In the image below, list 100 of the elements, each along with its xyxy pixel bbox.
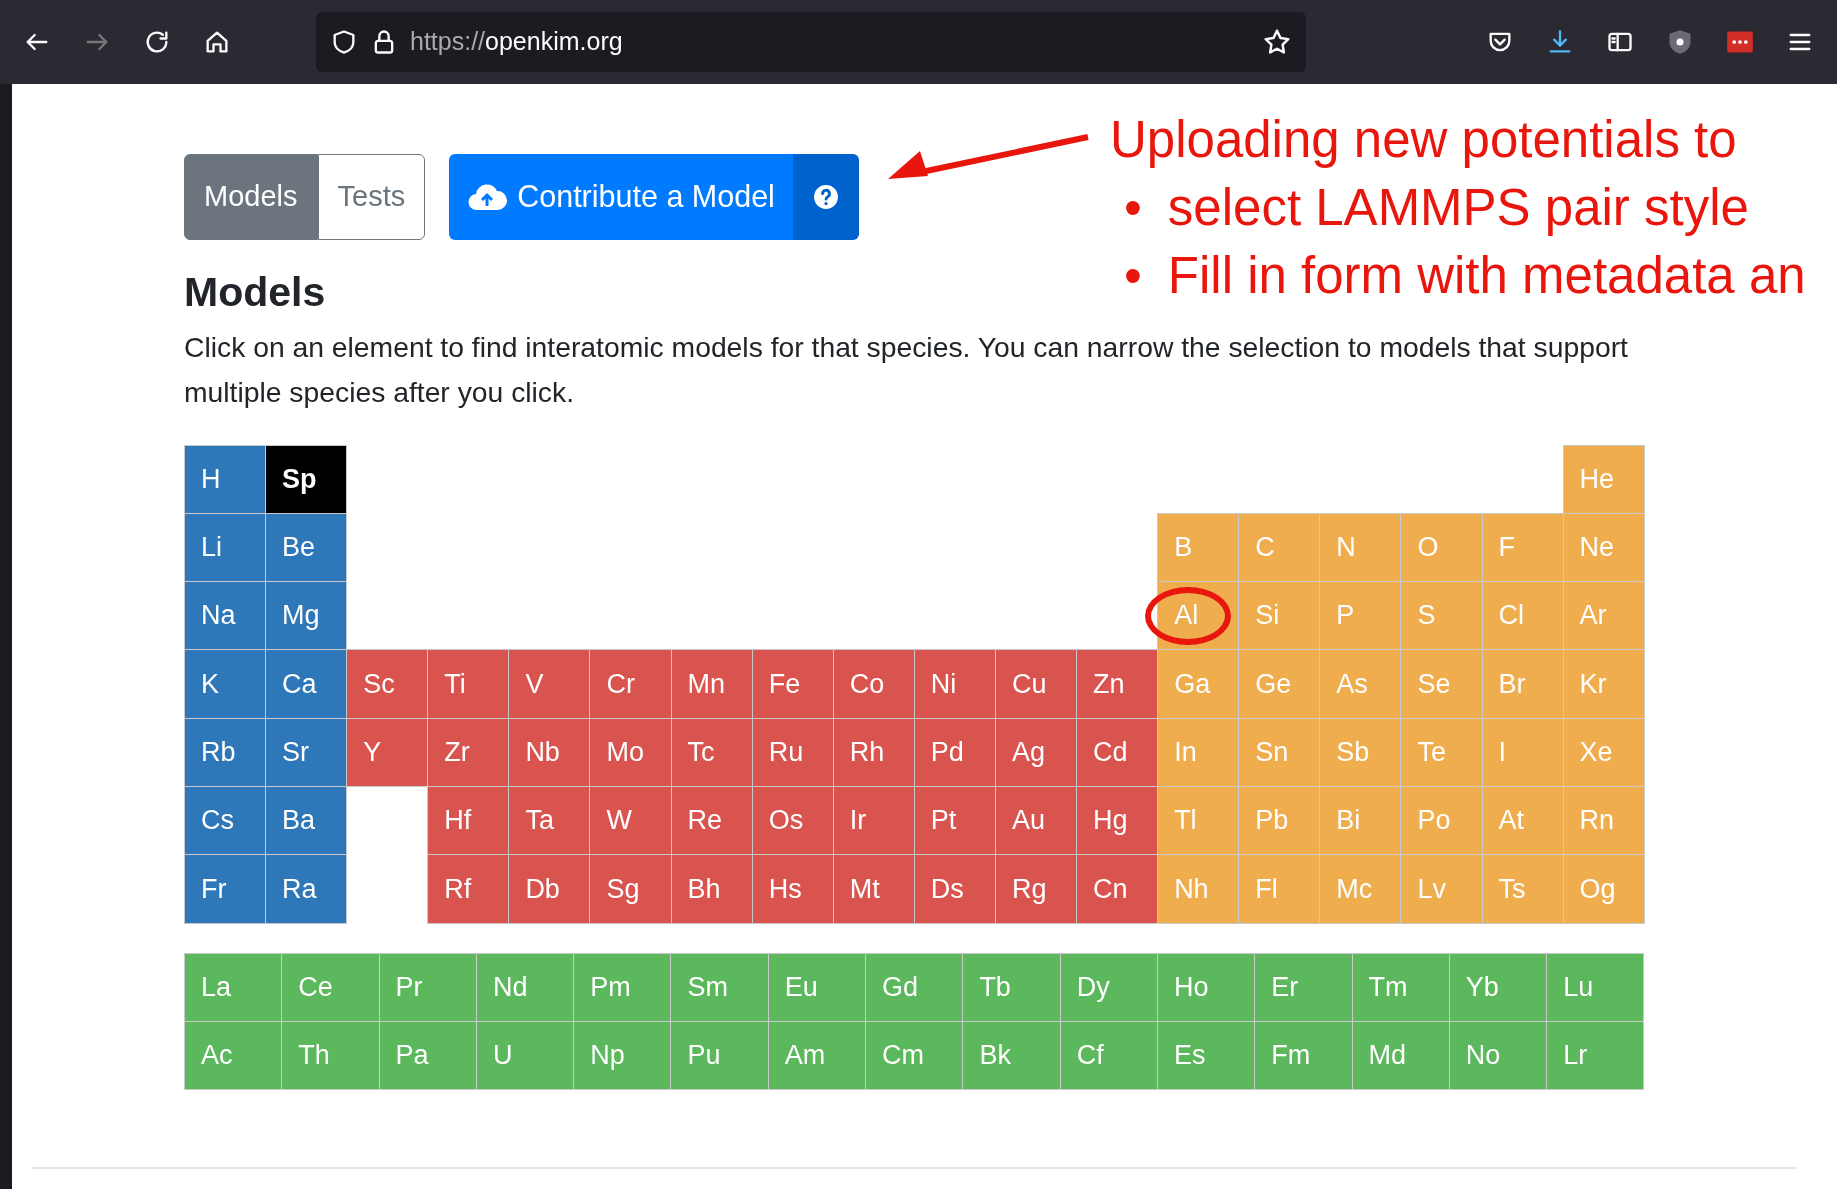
element-tile[interactable]: Pt: [913, 786, 996, 856]
element-tile[interactable]: Sp: [265, 444, 348, 514]
element-tile[interactable]: C: [1238, 512, 1321, 583]
element-tile[interactable]: N: [1319, 512, 1402, 583]
element-tile[interactable]: As: [1319, 649, 1402, 719]
element-tile[interactable]: F: [1481, 512, 1564, 583]
element-tile[interactable]: Cl: [1481, 581, 1564, 651]
element-tile[interactable]: H: [184, 444, 267, 514]
element-tile[interactable]: Os: [751, 786, 834, 856]
element-tile[interactable]: At: [1481, 786, 1564, 856]
element-tile[interactable]: Tc: [670, 717, 753, 787]
star-icon[interactable]: [1262, 27, 1292, 57]
element-tile[interactable]: Ra: [265, 854, 348, 924]
element-tile[interactable]: Es: [1156, 1020, 1256, 1091]
element-tile[interactable]: Tl: [1157, 786, 1240, 856]
view-tab[interactable]: Models: [184, 154, 318, 240]
element-tile[interactable]: Se: [1400, 649, 1483, 719]
element-tile[interactable]: Fm: [1254, 1020, 1353, 1091]
element-tile[interactable]: Db: [508, 854, 591, 924]
element-tile[interactable]: Xe: [1562, 717, 1645, 787]
element-tile[interactable]: Ne: [1562, 512, 1645, 583]
element-tile[interactable]: Ta: [508, 786, 591, 856]
element-tile[interactable]: Th: [281, 1020, 380, 1091]
contribute-button[interactable]: Contribute a Model: [449, 154, 793, 240]
element-tile[interactable]: Fr: [184, 854, 267, 924]
element-tile[interactable]: Br: [1481, 649, 1564, 719]
element-tile[interactable]: Y: [346, 717, 429, 787]
element-tile[interactable]: Nb: [508, 717, 591, 787]
element-tile[interactable]: Sg: [589, 854, 672, 924]
element-tile[interactable]: Cf: [1059, 1020, 1158, 1091]
element-tile[interactable]: Co: [832, 649, 915, 719]
element-tile[interactable]: Cr: [589, 649, 672, 719]
element-tile[interactable]: Ni: [913, 649, 996, 719]
element-tile[interactable]: Np: [573, 1020, 672, 1091]
element-tile[interactable]: Rf: [427, 854, 510, 924]
element-tile[interactable]: Ts: [1481, 854, 1564, 924]
element-tile[interactable]: Au: [994, 786, 1078, 856]
element-tile[interactable]: Ds: [913, 854, 996, 924]
element-tile[interactable]: Hf: [427, 786, 510, 856]
element-tile[interactable]: Sr: [265, 717, 348, 787]
element-tile[interactable]: He: [1562, 444, 1645, 514]
element-tile[interactable]: In: [1157, 717, 1240, 787]
element-tile[interactable]: Md: [1351, 1020, 1450, 1091]
element-tile[interactable]: Ir: [832, 786, 915, 856]
element-tile[interactable]: Tm: [1351, 952, 1450, 1022]
element-tile[interactable]: La: [184, 952, 283, 1022]
element-tile[interactable]: Ce: [281, 952, 380, 1022]
element-tile[interactable]: V: [508, 649, 591, 719]
element-tile[interactable]: Mg: [265, 581, 348, 651]
element-tile[interactable]: P: [1319, 581, 1402, 651]
element-tile[interactable]: O: [1400, 512, 1483, 583]
element-tile[interactable]: Mn: [670, 649, 753, 719]
element-tile[interactable]: S: [1400, 581, 1483, 651]
element-tile[interactable]: Ti: [427, 649, 510, 719]
element-tile[interactable]: Ga: [1157, 649, 1240, 719]
element-tile[interactable]: Bk: [962, 1020, 1061, 1091]
element-tile[interactable]: No: [1448, 1020, 1548, 1091]
element-tile[interactable]: Ar: [1562, 581, 1645, 651]
element-tile[interactable]: Pa: [378, 1020, 477, 1091]
element-tile[interactable]: Cn: [1076, 854, 1159, 924]
element-tile[interactable]: Rn: [1562, 786, 1645, 856]
element-tile[interactable]: Pr: [378, 952, 477, 1022]
element-tile[interactable]: Gd: [865, 952, 964, 1022]
element-tile[interactable]: Tb: [962, 952, 1061, 1022]
element-tile[interactable]: Lv: [1400, 854, 1483, 924]
element-tile[interactable]: U: [475, 1020, 575, 1091]
element-tile[interactable]: Ho: [1156, 952, 1256, 1022]
element-tile[interactable]: Sc: [346, 649, 429, 719]
element-tile[interactable]: Zr: [427, 717, 510, 787]
element-tile[interactable]: Og: [1562, 854, 1645, 924]
element-tile[interactable]: I: [1481, 717, 1564, 787]
element-tile[interactable]: Er: [1254, 952, 1353, 1022]
element-tile[interactable]: Ca: [265, 649, 348, 719]
element-tile[interactable]: Pb: [1238, 786, 1321, 856]
element-tile[interactable]: Ac: [184, 1020, 283, 1091]
element-tile[interactable]: Cs: [184, 786, 267, 856]
element-tile[interactable]: Pu: [670, 1020, 769, 1091]
element-tile[interactable]: Li: [184, 512, 267, 583]
element-tile[interactable]: Hs: [751, 854, 834, 924]
element-tile[interactable]: Be: [265, 512, 348, 583]
element-tile[interactable]: Hg: [1076, 786, 1159, 856]
element-tile[interactable]: B: [1157, 512, 1240, 583]
element-tile[interactable]: Sn: [1238, 717, 1321, 787]
element-tile[interactable]: Lr: [1546, 1020, 1645, 1091]
element-tile[interactable]: Na: [184, 581, 267, 651]
element-tile[interactable]: Re: [670, 786, 753, 856]
element-tile[interactable]: Bh: [670, 854, 753, 924]
element-tile[interactable]: Sb: [1319, 717, 1402, 787]
element-tile[interactable]: Dy: [1059, 952, 1158, 1022]
element-tile[interactable]: Ag: [994, 717, 1078, 787]
element-tile[interactable]: W: [589, 786, 672, 856]
element-tile[interactable]: Fl: [1238, 854, 1321, 924]
element-tile[interactable]: Bi: [1319, 786, 1402, 856]
element-tile[interactable]: Ba: [265, 786, 348, 856]
element-tile[interactable]: Mo: [589, 717, 672, 787]
element-tile[interactable]: Cd: [1076, 717, 1159, 787]
element-tile[interactable]: Po: [1400, 786, 1483, 856]
element-tile[interactable]: Mt: [832, 854, 915, 924]
address-bar[interactable]: https://openkim.org: [316, 12, 1306, 72]
element-tile[interactable]: Si: [1238, 581, 1321, 651]
